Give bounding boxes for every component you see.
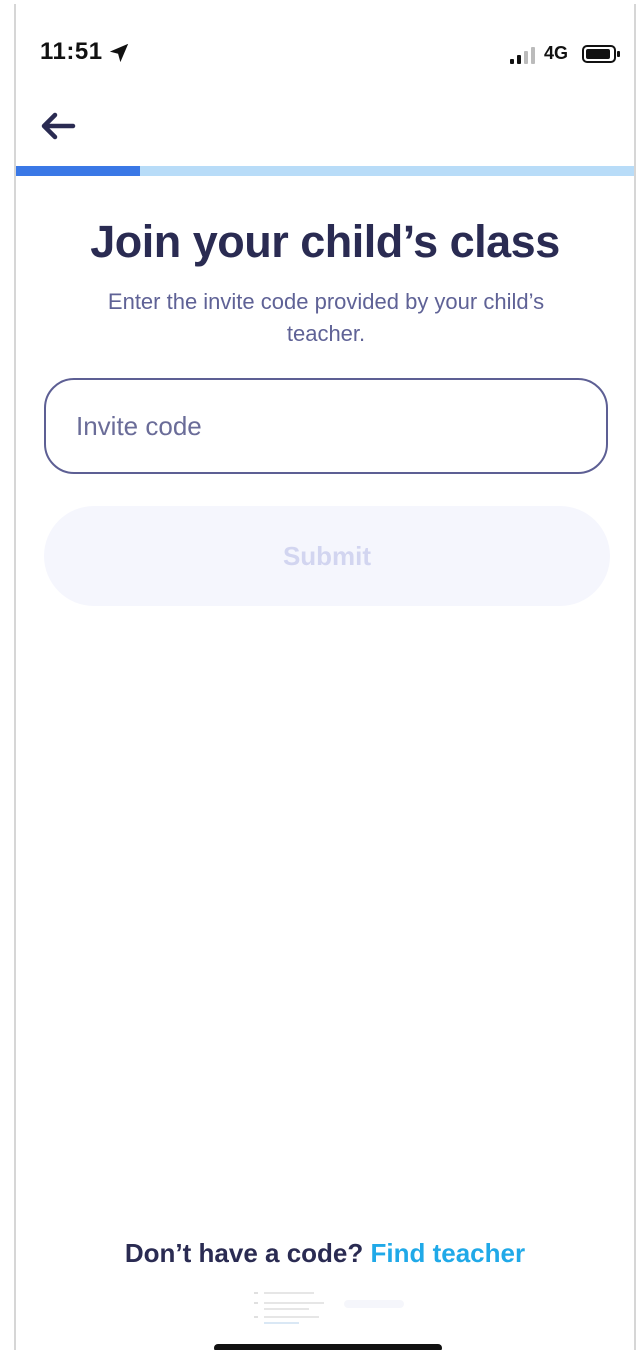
- status-time: 11:51: [40, 38, 103, 65]
- no-code-prompt: Don’t have a code?: [124, 1238, 364, 1268]
- phone-screen: 11:51 4G Join your child’s class Enter t…: [14, 4, 636, 1350]
- submit-button[interactable]: Submit: [44, 506, 610, 606]
- back-button[interactable]: [34, 104, 82, 148]
- status-bar: 11:51 4G: [16, 32, 634, 76]
- screenshot-thumbnail: [254, 1292, 404, 1324]
- invite-code-input[interactable]: [44, 378, 608, 474]
- location-arrow-icon: [109, 43, 129, 63]
- home-indicator[interactable]: [214, 1344, 442, 1350]
- page-title: Join your child’s class: [90, 216, 560, 267]
- progress-bar: [16, 166, 634, 176]
- page-subtitle: Enter the invite code provided by your c…: [107, 289, 545, 346]
- arrow-left-icon: [41, 112, 76, 140]
- find-teacher-link[interactable]: Find teacher: [371, 1238, 526, 1268]
- find-teacher-row: Don’t have a code? Find teacher: [16, 1238, 634, 1269]
- progress-bar-fill: [16, 166, 140, 176]
- network-type: 4G: [544, 43, 569, 63]
- signal-bars-icon: [510, 47, 535, 64]
- battery-icon: [582, 45, 620, 63]
